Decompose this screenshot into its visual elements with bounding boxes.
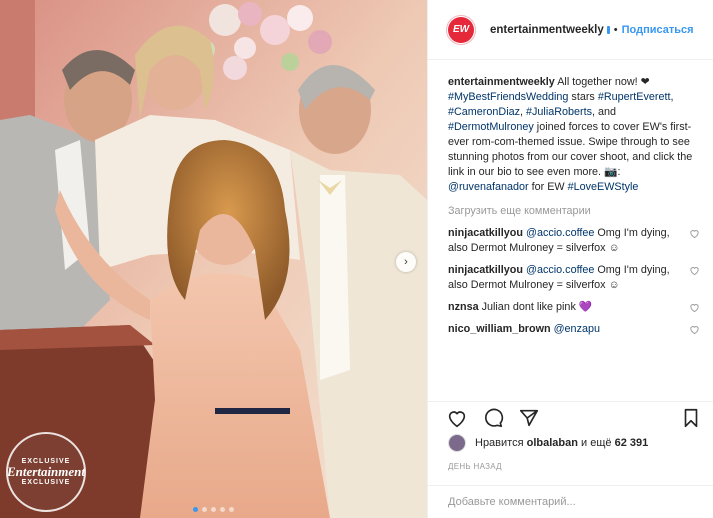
comment-text: Julian dont like pink 💜 xyxy=(481,301,593,313)
like-comment-heart-icon[interactable] xyxy=(689,324,700,335)
comment-item: ninjacatkillyou @accio.coffee Omg I'm dy… xyxy=(448,263,700,293)
caption-text: , and xyxy=(592,106,617,118)
likes-middle: и ещё xyxy=(581,437,612,449)
next-slide-button[interactable]: › xyxy=(396,252,416,272)
share-icon[interactable] xyxy=(518,407,540,429)
comment-item: nznsa Julian dont like pink 💜 xyxy=(448,300,700,315)
caption-username[interactable]: entertainmentweekly xyxy=(448,76,555,88)
account-avatar[interactable]: EW xyxy=(446,14,476,45)
heart-icon[interactable] xyxy=(446,407,468,429)
carousel-dot xyxy=(211,507,216,512)
stamp-bottom-text: EXCLUSIVE xyxy=(21,479,71,486)
like-comment-heart-icon[interactable] xyxy=(689,228,700,239)
mention-link[interactable]: @accio.coffee xyxy=(526,264,594,276)
likes-prefix: Нравится xyxy=(475,437,524,449)
likes-count[interactable]: 62 391 xyxy=(615,437,649,449)
follow-button[interactable]: Подписаться xyxy=(622,24,694,36)
like-comment-heart-icon[interactable] xyxy=(689,265,700,276)
caption-text: for EW xyxy=(528,181,568,193)
mention-link[interactable]: @ruvenafanador xyxy=(448,181,529,193)
post-header: EW entertainmentweekly • Подписаться xyxy=(428,0,713,60)
mention-link[interactable]: @accio.coffee xyxy=(526,227,594,239)
carousel-dot xyxy=(202,507,207,512)
hashtag-link[interactable]: #DermotMulroney xyxy=(448,121,534,133)
like-comment-heart-icon[interactable] xyxy=(689,302,700,313)
carousel-indicator xyxy=(0,507,427,512)
comment-username[interactable]: ninjacatkillyou xyxy=(448,227,523,239)
header-separator: • xyxy=(613,23,618,36)
hashtag-link[interactable]: #CameronDiaz xyxy=(448,106,520,118)
comment-input[interactable] xyxy=(448,496,694,508)
comment-username[interactable]: ninjacatkillyou xyxy=(448,264,523,276)
post-actions-bar xyxy=(428,401,713,431)
post-sidebar: EW entertainmentweekly • Подписаться ent… xyxy=(427,0,713,518)
hashtag-link[interactable]: #JuliaRoberts xyxy=(526,106,592,118)
instagram-post: EXCLUSIVE Entertainment EXCLUSIVE › EW e… xyxy=(0,0,713,518)
post-caption: entertainmentweekly All together now! ❤ … xyxy=(448,75,700,195)
load-more-comments-button[interactable]: Загрузить еще комментарии xyxy=(448,205,700,217)
avatar-logo-text: EW xyxy=(448,16,474,43)
liker-username[interactable]: olbalaban xyxy=(527,437,578,449)
hashtag-link[interactable]: #MyBestFriendsWedding xyxy=(448,91,568,103)
add-comment-form xyxy=(428,485,713,518)
mention-link[interactable]: @enzapu xyxy=(554,323,600,335)
comments-section[interactable]: entertainmentweekly All together now! ❤ … xyxy=(428,61,713,401)
comment-username[interactable]: nznsa xyxy=(448,301,479,313)
hashtag-link[interactable]: #RupertEverett xyxy=(598,91,671,103)
caption-text: , xyxy=(670,91,674,103)
exclusive-stamp-logo: EXCLUSIVE Entertainment EXCLUSIVE xyxy=(6,432,86,512)
comment-item: ninjacatkillyou @accio.coffee Omg I'm dy… xyxy=(448,226,700,256)
comment-username[interactable]: nico_william_brown xyxy=(448,323,551,335)
liker-avatar[interactable] xyxy=(448,434,466,452)
carousel-dot xyxy=(220,507,225,512)
account-username[interactable]: entertainmentweekly xyxy=(490,24,604,36)
comment-item: nico_william_brown @enzapu xyxy=(448,322,700,337)
hashtag-link[interactable]: #LoveEWStyle xyxy=(568,181,639,193)
caption-text: All together now! ❤ xyxy=(554,76,650,88)
bookmark-icon[interactable] xyxy=(680,407,702,429)
comment-icon[interactable] xyxy=(482,407,504,429)
stamp-brand-text: Entertainment xyxy=(6,464,86,479)
caption-text: stars xyxy=(568,91,598,103)
post-timestamp: ДЕНЬ НАЗАД xyxy=(448,462,502,471)
carousel-dot xyxy=(229,507,234,512)
post-photo[interactable]: EXCLUSIVE Entertainment EXCLUSIVE › xyxy=(0,0,427,518)
verified-badge-icon xyxy=(606,25,610,34)
likes-summary: Нравится olbalaban и ещё 62 391 xyxy=(448,434,648,452)
chevron-right-icon: › xyxy=(404,256,408,268)
carousel-dot xyxy=(193,507,198,512)
